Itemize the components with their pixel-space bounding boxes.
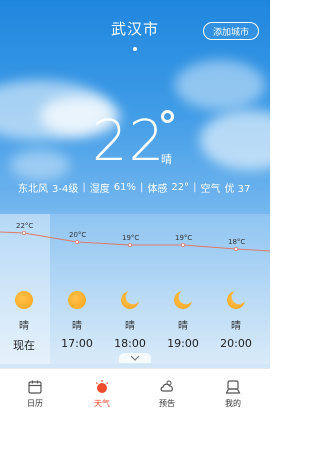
hour-temp-label: 19°C <box>122 234 140 242</box>
hour-temp-label: 19°C <box>175 234 193 242</box>
hour-temp-label: 22°C <box>16 222 34 230</box>
humidity-label: 湿度 <box>89 184 110 195</box>
hour-icon-slot <box>226 290 246 310</box>
curve-point <box>21 230 26 235</box>
calendar-icon <box>28 380 42 394</box>
sun-icon <box>68 291 86 309</box>
moon-icon <box>227 291 245 309</box>
tab-forecast[interactable]: 预告 <box>142 379 192 409</box>
add-city-button[interactable]: 添加城市 <box>203 22 259 40</box>
expand-handle[interactable] <box>119 353 151 363</box>
page-indicator-dot <box>133 47 137 51</box>
hour-time: 19:00 <box>167 337 199 350</box>
hour-icon-slot <box>67 290 87 310</box>
profile-icon <box>225 380 241 394</box>
degree-symbol <box>161 110 174 123</box>
tab-profile-label: 我的 <box>225 399 241 408</box>
current-condition: 晴 <box>161 153 172 166</box>
air-quality-value: 优 37 <box>224 184 251 195</box>
hour-condition: 晴 <box>125 321 135 332</box>
tab-calendar-label: 日历 <box>27 399 43 408</box>
separator: | <box>193 182 197 193</box>
chevron-down-icon <box>130 355 140 361</box>
separator: | <box>139 182 144 193</box>
hour-condition: 晴 <box>178 321 188 332</box>
tab-weather-label: 天气 <box>94 399 110 408</box>
curve-point <box>180 242 185 247</box>
weather-icon <box>95 380 109 393</box>
hour-icon-slot <box>14 290 34 310</box>
humidity-value: 61% <box>113 182 136 193</box>
feels-like-value: 22° <box>171 182 190 193</box>
weather-details: 东北风 3-4级 | 湿度 61% | 体感 22° | 空气 优 37 <box>18 180 250 195</box>
curve-point <box>233 247 238 252</box>
moon-icon <box>121 291 139 309</box>
hour-condition: 晴 <box>72 321 82 332</box>
tab-calendar[interactable]: 日历 <box>10 379 60 409</box>
hour-temp-label: 20°C <box>69 231 87 239</box>
feels-like-label: 体感 <box>147 184 168 195</box>
cloud <box>10 150 70 180</box>
curve-point <box>127 242 132 247</box>
hour-time: 20:00 <box>220 337 252 350</box>
hour-temp-label: 18°C <box>228 238 246 246</box>
bottom-tab-bar: 日历 天气 预告 我的 <box>0 368 270 450</box>
tab-weather[interactable]: 天气 <box>77 379 127 409</box>
cloud <box>175 60 265 110</box>
curve-point <box>75 239 80 244</box>
hour-icon-slot <box>120 290 140 310</box>
sun-icon <box>15 291 33 309</box>
hour-condition: 晴 <box>19 321 29 332</box>
tab-profile[interactable]: 我的 <box>208 379 258 409</box>
hour-time: 17:00 <box>61 337 93 350</box>
separator: | <box>82 182 86 193</box>
hour-icon-slot <box>173 290 193 310</box>
hour-time: 18:00 <box>114 337 146 350</box>
wind-label: 东北风 <box>18 184 48 195</box>
hour-condition: 晴 <box>231 321 241 332</box>
current-temperature: 22 <box>92 109 166 174</box>
air-quality-label: 空气 <box>200 184 221 195</box>
forecast-icon <box>160 380 173 392</box>
cloud <box>200 110 270 170</box>
hour-time: 现在 <box>13 339 35 352</box>
moon-icon <box>174 291 192 309</box>
wind-value: 3-4级 <box>52 184 79 195</box>
tab-forecast-label: 预告 <box>159 399 175 408</box>
